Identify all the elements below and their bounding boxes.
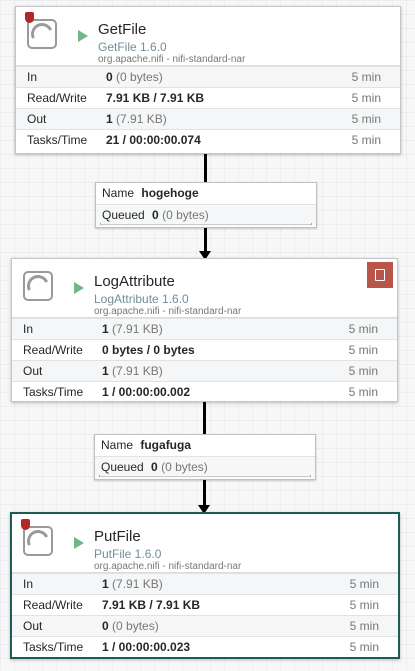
stat-out: Out 1 (7.91 KB) 5 min	[16, 108, 400, 129]
running-icon	[74, 282, 84, 294]
connection-name-value: fugafuga	[140, 438, 192, 452]
stat-label-rw: Read/Write	[27, 91, 87, 105]
stat-tasks: Tasks/Time 1 / 00:00:00.023 5 min	[12, 636, 398, 657]
processor-header: PutFile PutFile 1.6.0 org.apache.nifi - …	[12, 514, 398, 573]
processor-icon	[23, 271, 53, 301]
stat-value-rw: 7.91 KB / 7.91 KB	[106, 91, 205, 105]
stat-tasks: Tasks/Time 21 / 00:00:00.074 5 min	[16, 129, 400, 150]
restricted-icon	[21, 519, 30, 530]
processor-header: GetFile GetFile 1.6.0 org.apache.nifi - …	[16, 7, 400, 66]
processor-getfile[interactable]: GetFile GetFile 1.6.0 org.apache.nifi - …	[15, 6, 401, 154]
connection-queued-count: 0	[151, 460, 158, 474]
stat-period: 5 min	[349, 619, 379, 633]
stat-value-rw: 0 bytes / 0 bytes	[102, 343, 195, 357]
processor-type: LogAttribute 1.6.0	[94, 292, 189, 306]
processor-logattribute[interactable]: LogAttribute LogAttribute 1.6.0 org.apac…	[11, 258, 398, 402]
stat-out: Out 1 (7.91 KB) 5 min	[12, 360, 397, 381]
stat-period: 5 min	[349, 598, 379, 612]
stat-period: 5 min	[348, 322, 378, 336]
backpressure-bar	[100, 223, 312, 225]
connection-queued-key: Queued	[101, 460, 144, 474]
stat-rw: Read/Write 7.91 KB / 7.91 KB 5 min	[12, 594, 398, 615]
stat-label-tasks: Tasks/Time	[23, 640, 84, 654]
processor-header: LogAttribute LogAttribute 1.6.0 org.apac…	[12, 259, 397, 318]
stat-rw: Read/Write 7.91 KB / 7.91 KB 5 min	[16, 87, 400, 108]
stat-period: 5 min	[351, 112, 381, 126]
processor-type: PutFile 1.6.0	[94, 547, 162, 561]
connection-label-fugafuga[interactable]: Name fugafuga Queued 0 (0 bytes)	[94, 434, 316, 480]
restricted-icon	[25, 12, 34, 23]
stat-value-out: 0 (0 bytes)	[102, 619, 159, 633]
stat-value-tasks: 1 / 00:00:00.023	[102, 640, 191, 654]
processor-name: LogAttribute	[94, 273, 175, 290]
connection-queued-key: Queued	[102, 208, 145, 222]
processor-icon	[27, 19, 57, 49]
stat-out: Out 0 (0 bytes) 5 min	[12, 615, 398, 636]
running-icon	[78, 30, 88, 42]
stat-label-rw: Read/Write	[23, 343, 83, 357]
processor-icon	[23, 526, 53, 556]
stat-tasks: Tasks/Time 1 / 00:00:00.002 5 min	[12, 381, 397, 402]
connection-name-value: hogehoge	[141, 186, 199, 200]
processor-bundle: org.apache.nifi - nifi-standard-nar	[94, 561, 242, 572]
stat-in: In 1 (7.91 KB) 5 min	[12, 318, 397, 339]
connection-name-row: Name hogehoge	[96, 183, 316, 204]
stat-period: 5 min	[351, 70, 381, 84]
stat-in: In 0 (0 bytes) 5 min	[16, 66, 400, 87]
stat-value-in: 1 (7.91 KB)	[102, 577, 163, 591]
processor-bundle: org.apache.nifi - nifi-standard-nar	[98, 54, 246, 65]
stat-value-out: 1 (7.91 KB)	[106, 112, 167, 126]
processor-bundle: org.apache.nifi - nifi-standard-nar	[94, 306, 242, 317]
stat-period: 5 min	[349, 577, 379, 591]
connection-name-row: Name fugafuga	[95, 435, 315, 456]
stat-period: 5 min	[349, 640, 379, 654]
stat-label-rw: Read/Write	[23, 598, 83, 612]
connection-queued-count: 0	[152, 208, 159, 222]
processor-putfile[interactable]: PutFile PutFile 1.6.0 org.apache.nifi - …	[10, 512, 400, 659]
processor-name: GetFile	[98, 21, 147, 38]
connection-queued-detail: (0 bytes)	[162, 208, 209, 222]
stat-value-out: 1 (7.91 KB)	[102, 364, 163, 378]
stat-rw: Read/Write 0 bytes / 0 bytes 5 min	[12, 339, 397, 360]
stat-label-tasks: Tasks/Time	[23, 385, 84, 399]
stat-label-tasks: Tasks/Time	[27, 133, 88, 147]
stat-label-out: Out	[23, 364, 43, 378]
stat-in: In 1 (7.91 KB) 5 min	[12, 573, 398, 594]
stat-value-rw: 7.91 KB / 7.91 KB	[102, 598, 201, 612]
stat-period: 5 min	[348, 343, 378, 357]
connection-name-key: Name	[101, 438, 134, 452]
stat-period: 5 min	[348, 385, 378, 399]
stat-label-in: In	[23, 322, 34, 336]
connection-name-key: Name	[102, 186, 135, 200]
stat-label-out: Out	[27, 112, 47, 126]
processor-name: PutFile	[94, 528, 141, 545]
stat-period: 5 min	[351, 133, 381, 147]
stat-value-in: 0 (0 bytes)	[106, 70, 163, 84]
comment-icon[interactable]	[367, 262, 393, 288]
stat-value-tasks: 21 / 00:00:00.074	[106, 133, 201, 147]
stat-period: 5 min	[348, 364, 378, 378]
stat-value-tasks: 1 / 00:00:00.002	[102, 385, 191, 399]
connection-label-hogehoge[interactable]: Name hogehoge Queued 0 (0 bytes)	[95, 182, 317, 228]
stat-value-in: 1 (7.91 KB)	[102, 322, 163, 336]
connection-queued-detail: (0 bytes)	[161, 460, 208, 474]
stat-label-in: In	[23, 577, 34, 591]
running-icon	[74, 537, 84, 549]
stat-period: 5 min	[351, 91, 381, 105]
processor-type: GetFile 1.6.0	[98, 40, 167, 54]
backpressure-bar	[99, 475, 311, 477]
stat-label-out: Out	[23, 619, 43, 633]
stat-label-in: In	[27, 70, 38, 84]
